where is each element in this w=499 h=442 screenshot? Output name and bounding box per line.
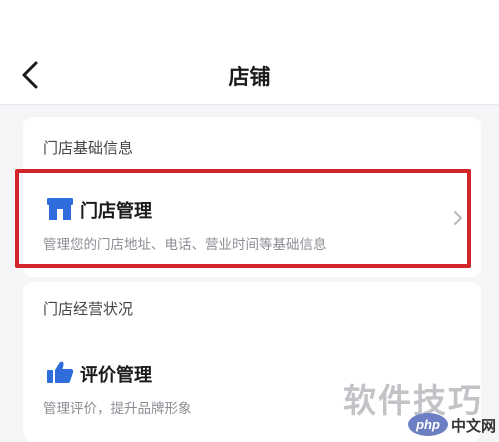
page-title: 店铺 [228,66,271,89]
section-title: 门店基础信息 [43,140,134,157]
section-title: 门店经营状况 [43,301,134,318]
chevron-right-icon [454,211,462,225]
store-icon [47,198,73,220]
review-management-description: 管理评价，提升品牌形象 [43,401,192,416]
watermark-logo: php 中文网 [408,413,499,436]
thumbs-up-icon [47,361,74,383]
store-management-item[interactable]: 门店管理 管理您的门店地址、电话、营业时间等基础信息 [23,172,481,267]
php-logo-badge: php [408,413,448,436]
review-management-title: 评价管理 [80,365,152,385]
store-basic-info-card: 门店基础信息 门店管理 管理您的门店地址、电话、营业时间等基础信息 [23,117,481,277]
watermark-site-name: 中文网 [451,418,497,435]
store-management-description: 管理您的门店地址、电话、营业时间等基础信息 [43,237,327,252]
navigation-bar: 店铺 [0,0,499,105]
store-management-title: 门店管理 [80,201,152,221]
